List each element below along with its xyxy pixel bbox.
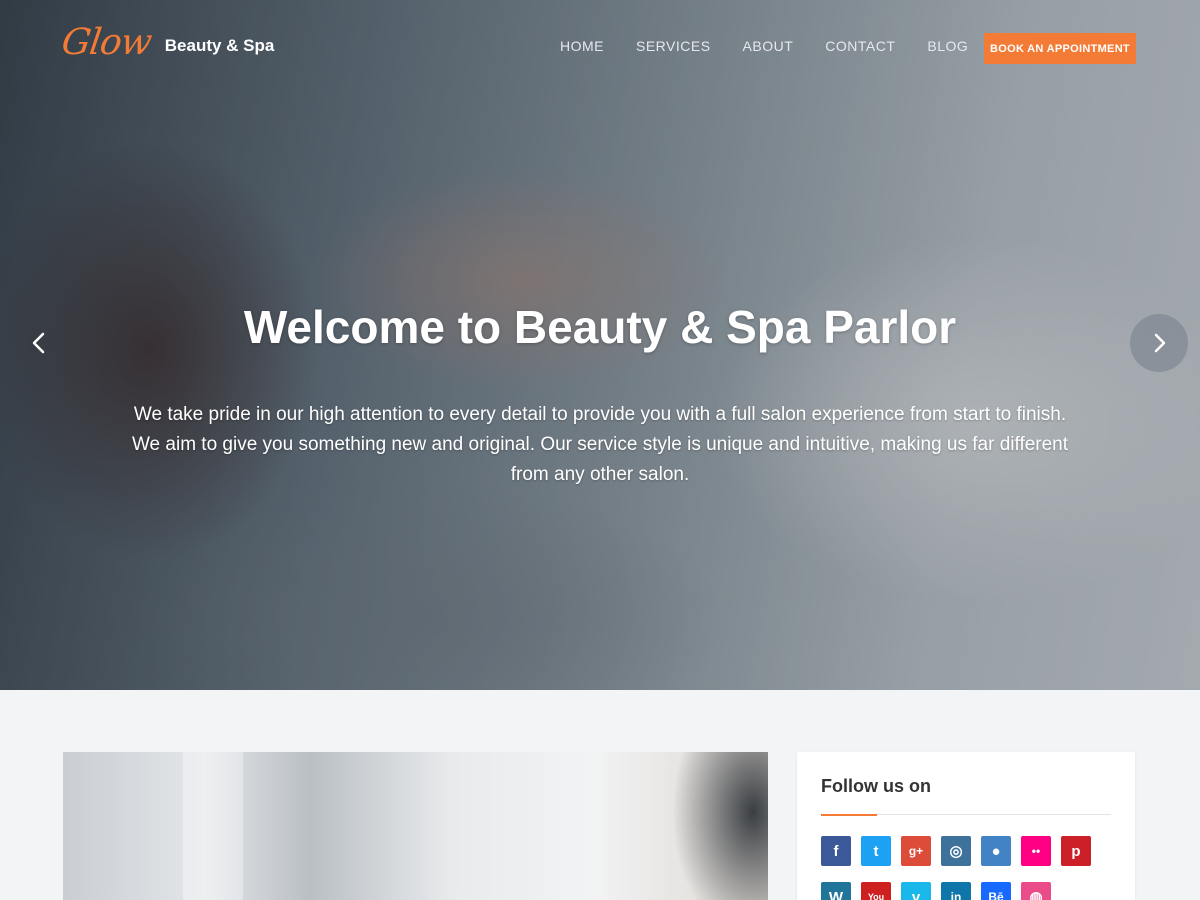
hero-slider: Glow Beauty & Spa HOME SERVICES ABOUT CO… <box>0 0 1200 690</box>
vimeo-icon[interactable]: v <box>901 882 931 900</box>
logo-brand-name: Beauty & Spa <box>164 35 275 55</box>
follow-us-widget: Follow us on f t g+ ◎ ● •• p W You v in Bē ◍ <box>797 752 1135 900</box>
dribbble-icon[interactable]: ◍ <box>1021 882 1051 900</box>
site-logo[interactable]: Glow Beauty & Spa <box>59 22 275 63</box>
nav-item-home[interactable]: HOME <box>560 38 604 54</box>
flickr-icon[interactable]: •• <box>1021 836 1051 866</box>
youtube-icon[interactable]: You <box>861 882 891 900</box>
facebook-icon[interactable]: f <box>821 836 851 866</box>
github-icon[interactable]: ● <box>981 836 1011 866</box>
book-appointment-button[interactable]: BOOK AN APPOINTMENT <box>984 33 1136 64</box>
linkedin-icon[interactable]: in <box>941 882 971 900</box>
hero-description: We take pride in our high attention to e… <box>131 404 1069 485</box>
chevron-left-icon <box>32 332 45 354</box>
twitter-icon[interactable]: t <box>861 836 891 866</box>
nav-item-blog[interactable]: BLOG <box>927 38 968 54</box>
nav-item-services[interactable]: SERVICES <box>636 38 711 54</box>
google-plus-icon[interactable]: g+ <box>901 836 931 866</box>
nav-item-contact[interactable]: CONTACT <box>825 38 895 54</box>
slider-prev-button[interactable] <box>24 326 54 360</box>
logo-script-text: Glow <box>59 22 154 63</box>
wordpress-icon[interactable]: W <box>821 882 851 900</box>
slider-next-button[interactable] <box>1130 314 1188 372</box>
chevron-right-icon <box>1154 333 1166 353</box>
hero-title: Welcome to Beauty & Spa Parlor <box>243 301 957 353</box>
image-window-highlight <box>183 752 243 900</box>
pinterest-icon[interactable]: p <box>1061 836 1091 866</box>
behance-icon[interactable]: Bē <box>981 882 1011 900</box>
instagram-icon[interactable]: ◎ <box>941 836 971 866</box>
main-nav: HOME SERVICES ABOUT CONTACT BLOG <box>560 38 1000 54</box>
featured-post-image[interactable] <box>63 752 768 900</box>
widget-title: Follow us on <box>821 776 931 796</box>
nav-item-about[interactable]: ABOUT <box>743 38 794 54</box>
widget-divider-accent <box>821 814 877 816</box>
